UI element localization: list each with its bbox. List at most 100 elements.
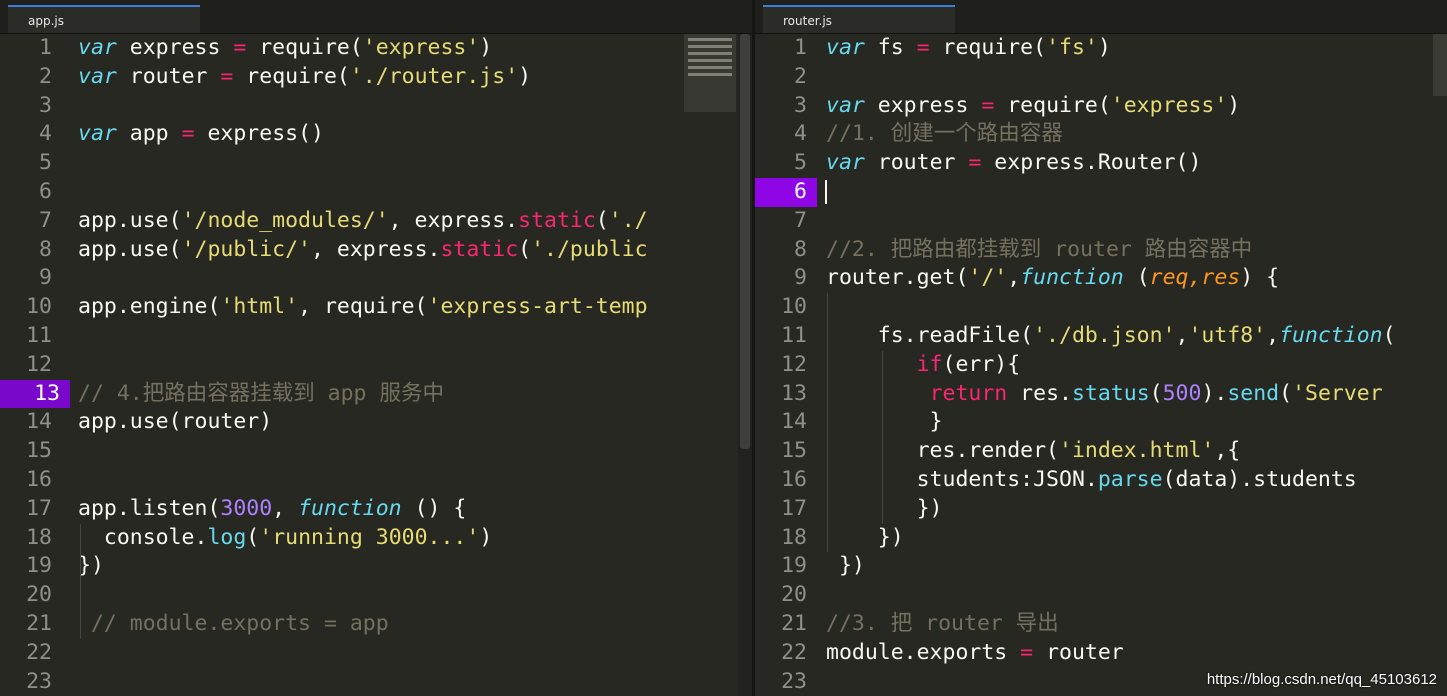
line-number: 3 bbox=[39, 92, 52, 118]
code-line[interactable]: 9 bbox=[0, 264, 752, 293]
code-token: app.listen( bbox=[78, 495, 221, 521]
code-token: var bbox=[78, 35, 117, 60]
code-line[interactable]: 22 module.exports = router bbox=[755, 639, 1447, 668]
code-token: 'running 3000...' bbox=[259, 524, 480, 550]
indent-guide bbox=[827, 293, 828, 553]
code-line[interactable]: 10 bbox=[755, 293, 1447, 322]
tab-router-js[interactable]: router.js bbox=[763, 5, 955, 33]
code-line[interactable]: 10 app.engine('html', require('express-ar… bbox=[0, 293, 752, 322]
watermark: https://blog.csdn.net/qq_45103612 bbox=[1206, 671, 1437, 688]
code-line[interactable]: 11 bbox=[0, 322, 752, 351]
code-line[interactable]: 14 } bbox=[755, 408, 1447, 437]
code-line[interactable]: 15 res.render('index.html',{ bbox=[755, 437, 1447, 466]
code-line[interactable]: 22 bbox=[0, 639, 752, 668]
code-line[interactable]: 12 if(err){ bbox=[755, 351, 1447, 380]
code-line[interactable]: 5 var router = express.Router() bbox=[755, 149, 1447, 178]
code-line[interactable]: 1 var express = require('express') bbox=[0, 34, 752, 63]
code-line[interactable]: 16 students:JSON.parse(data).students bbox=[755, 466, 1447, 495]
code-line[interactable]: 18 console.log('running 3000...') bbox=[0, 524, 752, 553]
code-token: , bbox=[1175, 322, 1189, 348]
code-line[interactable]: 17 }) bbox=[755, 495, 1447, 524]
code-token: require( bbox=[994, 92, 1111, 118]
code-token: //3. 把 router 导出 bbox=[826, 610, 1059, 636]
code-token: //2. 把路由都挂载到 router 路由容器中 bbox=[826, 236, 1253, 262]
code-line[interactable]: 5 bbox=[0, 149, 752, 178]
tab-bar: app.js bbox=[0, 0, 752, 34]
code-token: }) bbox=[826, 495, 943, 521]
code-token: router bbox=[864, 150, 969, 176]
code-line[interactable]: 8 app.use('/public/', express.static('./p… bbox=[0, 236, 752, 265]
code-token: ( bbox=[1382, 322, 1396, 348]
code-line[interactable]: 2 var router = require('./router.js') bbox=[0, 63, 752, 92]
code-line[interactable]: 2 bbox=[755, 63, 1447, 92]
code-line[interactable]: 9 router.get('/',function (req,res) { bbox=[755, 264, 1447, 293]
code-token: = bbox=[968, 150, 982, 176]
tab-app-js[interactable]: app.js bbox=[8, 5, 200, 33]
code-token: (err){ bbox=[942, 351, 1021, 377]
code-area[interactable]: 1 var express = require('express') 2 var ro… bbox=[0, 34, 752, 696]
code-text: //1. 创建一个路由容器 bbox=[826, 120, 1063, 149]
code-line[interactable]: 6 bbox=[0, 178, 752, 207]
code-line[interactable]: 20 bbox=[755, 581, 1447, 610]
code-line[interactable]: 21 // module.exports = app bbox=[0, 610, 752, 639]
code-token: res.render( bbox=[826, 438, 1059, 464]
code-token: 'index.html' bbox=[1059, 438, 1215, 464]
line-number: 11 bbox=[26, 322, 52, 348]
line-number: 19 bbox=[781, 553, 807, 579]
minimap[interactable] bbox=[684, 34, 736, 112]
code-line[interactable]: 21 //3. 把 router 导出 bbox=[755, 610, 1447, 639]
code-line[interactable]: 11 fs.readFile('./db.json','utf8',functi… bbox=[755, 322, 1447, 351]
code-line[interactable]: 17 app.listen(3000, function () { bbox=[0, 495, 752, 524]
code-token: app bbox=[116, 121, 182, 147]
code-token: './ bbox=[608, 207, 648, 233]
indent-guide bbox=[80, 523, 81, 639]
line-number: 16 bbox=[781, 466, 807, 492]
code-token: 3000 bbox=[220, 495, 273, 521]
code-line[interactable]: 14 app.use(router) bbox=[0, 408, 752, 437]
code-line[interactable]: 13 // 4.把路由容器挂载到 app 服务中 bbox=[0, 379, 752, 409]
code-line[interactable]: 15 bbox=[0, 437, 752, 466]
code-line[interactable]: 18 }) bbox=[755, 524, 1447, 553]
code-area[interactable]: 1 var fs = require('fs') 2 3 var express = r… bbox=[755, 34, 1447, 696]
code-line[interactable]: 13 return res.status(500).send('Server bbox=[755, 380, 1447, 409]
code-token: log bbox=[207, 524, 247, 550]
code-line[interactable]: 12 bbox=[0, 351, 752, 380]
code-token: = bbox=[233, 35, 247, 60]
line-number: 7 bbox=[794, 207, 807, 233]
code-line[interactable]: 4 var app = express() bbox=[0, 120, 752, 149]
code-token: status bbox=[1071, 380, 1150, 406]
code-line[interactable]: 6 bbox=[755, 177, 1447, 207]
code-line[interactable]: 23 bbox=[0, 668, 752, 696]
code-token: , express. bbox=[311, 236, 441, 262]
code-token: require( bbox=[233, 63, 350, 89]
minimap[interactable] bbox=[1433, 34, 1447, 96]
code-token: , bbox=[1266, 322, 1280, 348]
code-token: app.engine( bbox=[78, 294, 221, 320]
editor-pane-left[interactable]: app.js 1 var express = require('express')… bbox=[0, 0, 752, 696]
code-line[interactable]: 1 var fs = require('fs') bbox=[755, 34, 1447, 63]
editor-pane-right[interactable]: router.js 1 var fs = require('fs') 2 3 var e… bbox=[755, 0, 1447, 696]
scrollbar-thumb[interactable] bbox=[740, 34, 750, 449]
code-token: express bbox=[116, 35, 234, 60]
code-line[interactable]: 19 }) bbox=[755, 552, 1447, 581]
code-token: parse bbox=[1097, 466, 1163, 492]
code-line[interactable]: 8 //2. 把路由都挂载到 router 路由容器中 bbox=[755, 236, 1447, 265]
code-line[interactable]: 19}) bbox=[0, 552, 752, 581]
code-line[interactable]: 3 bbox=[0, 92, 752, 121]
code-text: return res.status(500).send('Server bbox=[826, 380, 1383, 409]
code-line[interactable]: 7 bbox=[755, 207, 1447, 236]
code-line[interactable]: 20 bbox=[0, 581, 752, 610]
code-token: ( bbox=[1123, 265, 1150, 291]
code-token: static bbox=[518, 207, 596, 233]
code-token: ( bbox=[595, 207, 609, 233]
code-line[interactable]: 4 //1. 创建一个路由容器 bbox=[755, 120, 1447, 149]
code-token: ). bbox=[1201, 380, 1228, 406]
code-line[interactable]: 7 app.use('/node_modules/', express.stati… bbox=[0, 207, 752, 236]
code-token: }) bbox=[826, 553, 865, 579]
code-token: ) bbox=[518, 63, 532, 89]
code-line[interactable]: 3 var express = require('express') bbox=[755, 92, 1447, 121]
code-token: ,{ bbox=[1214, 438, 1241, 464]
code-text: var router = require('./router.js') bbox=[78, 63, 531, 92]
code-text: //2. 把路由都挂载到 router 路由容器中 bbox=[826, 236, 1252, 265]
code-line[interactable]: 16 bbox=[0, 466, 752, 495]
